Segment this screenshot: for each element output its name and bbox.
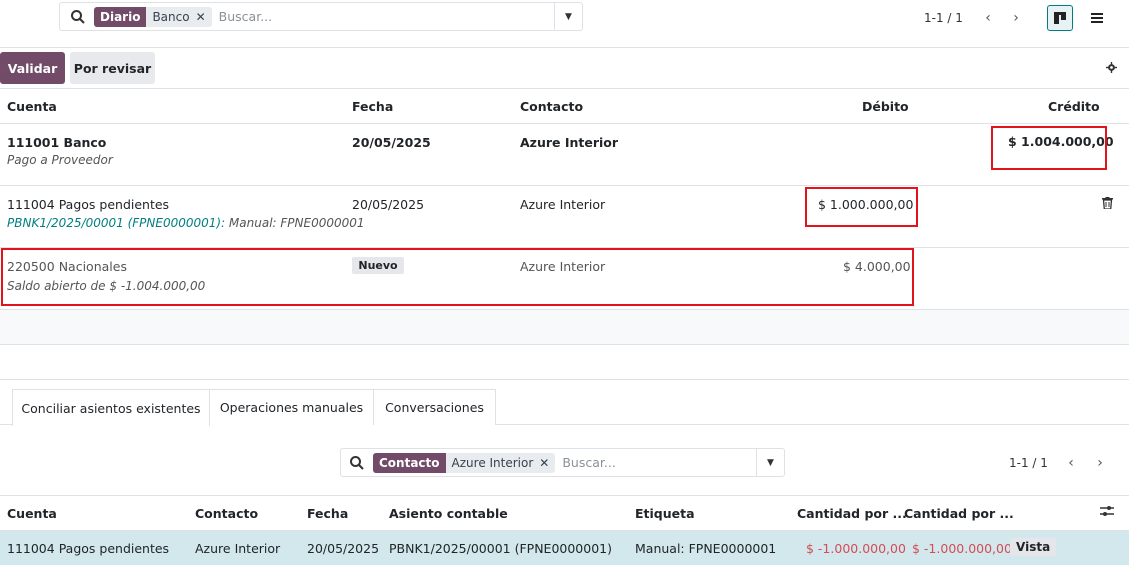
search-icon[interactable] [349,455,365,471]
facet-key: Contacto [373,452,446,473]
facet-value: Banco [152,9,190,24]
trash-icon[interactable] [1102,197,1113,212]
tab-operaciones-manuales[interactable]: Operaciones manuales [210,389,374,425]
col-header-cantidad-2[interactable]: Cantidad por ... [904,506,1014,521]
chevron-left-icon: ‹ [1068,455,1074,471]
kanban-view-button[interactable] [1047,5,1073,31]
facet-value: Azure Interior [451,455,534,470]
col-header-fecha[interactable]: Fecha [307,506,348,521]
matches-search-bar[interactable]: Contacto Azure Interior ✕ Buscar... ▼ [340,448,785,477]
highlight-box-debito [805,187,918,227]
divider [0,495,1129,496]
col-header-contacto[interactable]: Contacto [520,99,583,114]
pager-previous-button[interactable]: ‹ [1058,450,1084,476]
pager-previous-button[interactable]: ‹ [975,5,1001,31]
search-dropdown-toggle[interactable]: ▼ [756,449,784,476]
search-bar[interactable]: Diario Banco ✕ Buscar... ▼ [59,2,583,31]
highlight-box-new-line [1,248,914,306]
chevron-right-icon: › [1013,10,1019,26]
caret-down-icon: ▼ [767,457,774,468]
table-row[interactable] [0,124,1129,186]
matches-pager-value[interactable]: 1-1 / 1 [1009,456,1048,470]
search-icon[interactable] [70,9,86,25]
col-header-contacto[interactable]: Contacto [195,506,258,521]
search-input[interactable]: Buscar... [219,9,272,24]
row-fecha: 20/05/2025 [352,197,425,212]
col-header-cantidad-1[interactable]: Cantidad por ... [797,506,907,521]
asiento-link[interactable]: PBNK1/2025/00001 (FPNE0000001): [7,216,225,230]
search-input[interactable]: Buscar... [562,455,615,470]
divider [0,88,1129,89]
settings-gear-icon[interactable] [1106,61,1117,76]
caret-down-icon: ▼ [565,11,572,22]
kanban-icon [1054,12,1066,24]
row-cuenta: 111001 Banco [7,135,107,150]
divider [0,344,1129,345]
col-header-asiento[interactable]: Asiento contable [389,506,508,521]
list-view-button[interactable] [1084,5,1110,31]
facet-remove-icon[interactable]: ✕ [537,456,555,470]
row-cuenta: 111004 Pagos pendientes [7,197,170,212]
chevron-right-icon: › [1097,455,1103,471]
col-header-debito[interactable]: Débito [862,99,909,114]
row-cantidad-1: $ -1.000.000,00 [806,541,906,556]
divider [0,379,1129,380]
tab-conciliar[interactable]: Conciliar asientos existentes [12,389,210,426]
row-fecha: 20/05/2025 [307,541,380,556]
por-revisar-button[interactable]: Por revisar [70,52,155,84]
row-contacto: Azure Interior [520,135,619,150]
col-header-etiqueta[interactable]: Etiqueta [635,506,695,521]
row-contacto: Azure Interior [195,541,281,556]
highlight-box-credito [991,126,1107,170]
col-header-credito[interactable]: Crédito [1048,99,1100,114]
row-asiento: PBNK1/2025/00001 (FPNE0000001) [389,541,612,556]
row-cuenta: 111004 Pagos pendientes [7,541,170,556]
list-icon [1091,13,1103,23]
row-subtitle: PBNK1/2025/00001 (FPNE0000001): Manual: … [7,216,365,230]
search-facet-contacto[interactable]: Contacto Azure Interior ✕ [373,452,556,473]
row-subtitle: Pago a Proveedor [7,153,113,167]
col-header-cuenta[interactable]: Cuenta [7,506,57,521]
row-contacto: Azure Interior [520,197,606,212]
empty-row [0,310,1129,344]
col-header-cuenta[interactable]: Cuenta [7,99,57,114]
row-etiqueta: Manual: FPNE0000001 [635,541,777,556]
pager-value[interactable]: 1-1 / 1 [924,11,963,25]
divider [0,47,1129,48]
vista-button[interactable]: Vista [1010,538,1057,556]
facet-key: Diario [94,6,147,27]
row-cantidad-2: $ -1.000.000,00 [912,541,1012,556]
chevron-left-icon: ‹ [985,10,991,26]
pager-next-button[interactable]: › [1003,5,1029,31]
row-fecha: 20/05/2025 [352,135,431,150]
search-dropdown-toggle[interactable]: ▼ [554,3,582,30]
tab-conversaciones[interactable]: Conversaciones [374,389,496,425]
search-facet-diario[interactable]: Diario Banco ✕ [94,6,212,27]
facet-remove-icon[interactable]: ✕ [194,10,212,24]
row-subtitle-rest: Manual: FPNE0000001 [225,216,365,230]
optional-columns-toggle-icon[interactable] [1100,505,1114,520]
pager-next-button[interactable]: › [1087,450,1113,476]
validar-button[interactable]: Validar [0,52,65,84]
col-header-fecha[interactable]: Fecha [352,99,393,114]
